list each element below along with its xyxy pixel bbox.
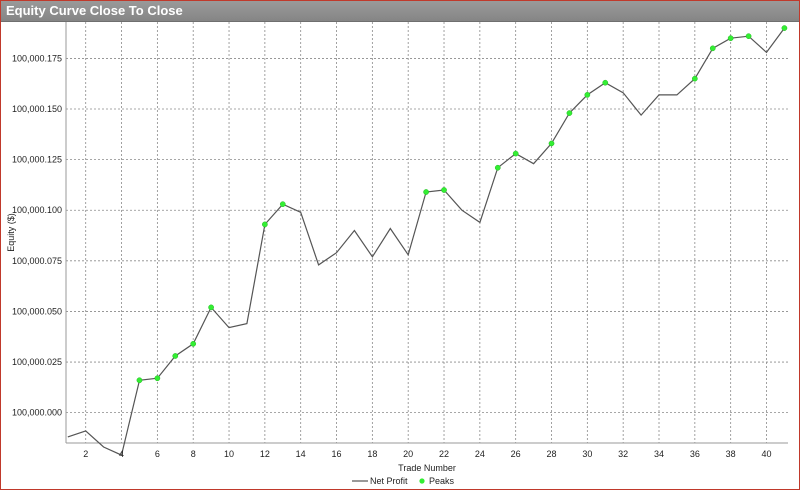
x-tick-label: 10 [224, 449, 234, 459]
legend-swatch-peaks [419, 478, 425, 484]
x-axis-title: Trade Number [398, 463, 456, 473]
y-tick-label: 100,000.100 [12, 205, 62, 215]
peak-point [136, 377, 143, 384]
x-tick-label: 30 [582, 449, 592, 459]
peak-point [208, 304, 214, 311]
x-tick-label: 34 [654, 449, 664, 459]
peak-point [190, 340, 197, 347]
y-tick-label: 100,000.000 [12, 408, 62, 418]
peak-point [441, 187, 447, 193]
axes [65, 22, 788, 444]
peak-point [602, 79, 609, 86]
x-tick-label: 32 [618, 449, 628, 459]
x-tick-label: 4 [119, 449, 124, 459]
x-tick-label: 6 [155, 449, 160, 459]
grid [66, 22, 788, 443]
x-tick-label: 28 [547, 449, 557, 459]
x-tick-label: 40 [761, 449, 771, 459]
axis-labels: 2 4 6 8 10 12 14 16 18 20 22 24 26 28 30 32 34 36 38 40100,… [6, 53, 772, 473]
peak-point [584, 92, 591, 98]
x-tick-label: 36 [690, 449, 700, 459]
x-tick-label: 22 [439, 449, 449, 459]
x-tick-label: 24 [475, 449, 485, 459]
peak-point [279, 201, 286, 208]
peak-point [566, 110, 573, 116]
x-tick-label: 8 [191, 449, 196, 459]
peak-point [745, 33, 752, 40]
y-tick-label: 100,000.175 [12, 53, 62, 63]
x-tick-label: 38 [726, 449, 736, 459]
peak-point [781, 25, 788, 31]
y-tick-label: 100,000.075 [12, 256, 62, 266]
equity-curve-chart: 2 4 6 8 10 12 14 16 18 20 22 24 26 28 30 32 34 36 38 40100,… [6, 22, 788, 486]
y-axis-title: Equity ($) [6, 213, 16, 252]
legend-label-net-profit: Net Profit [370, 476, 408, 486]
peak-point [548, 140, 555, 147]
x-tick-label: 20 [403, 449, 413, 459]
peak-point [172, 353, 179, 359]
x-tick-label: 16 [332, 449, 342, 459]
peak-point [423, 189, 429, 195]
net-profit-line [67, 27, 785, 456]
peak-point [262, 221, 268, 228]
y-tick-label: 100,000.050 [12, 306, 62, 316]
series [67, 25, 788, 456]
peak-point [512, 150, 519, 157]
peak-point [494, 164, 501, 171]
x-tick-label: 18 [367, 449, 377, 459]
peak-point [691, 75, 698, 82]
x-tick-label: 12 [260, 449, 270, 459]
peak-point [727, 35, 734, 42]
x-tick-label: 14 [296, 449, 306, 459]
y-tick-label: 100,000.125 [12, 155, 62, 165]
peak-point [709, 45, 716, 52]
x-tick-label: 2 [83, 449, 88, 459]
x-tick-label: 26 [511, 449, 521, 459]
legend-label-peaks: Peaks [429, 476, 455, 486]
y-tick-label: 100,000.150 [12, 104, 62, 114]
peak-point [154, 375, 161, 382]
y-tick-label: 100,000.025 [12, 357, 62, 367]
legend[interactable]: Net Profit Peaks [352, 476, 455, 486]
